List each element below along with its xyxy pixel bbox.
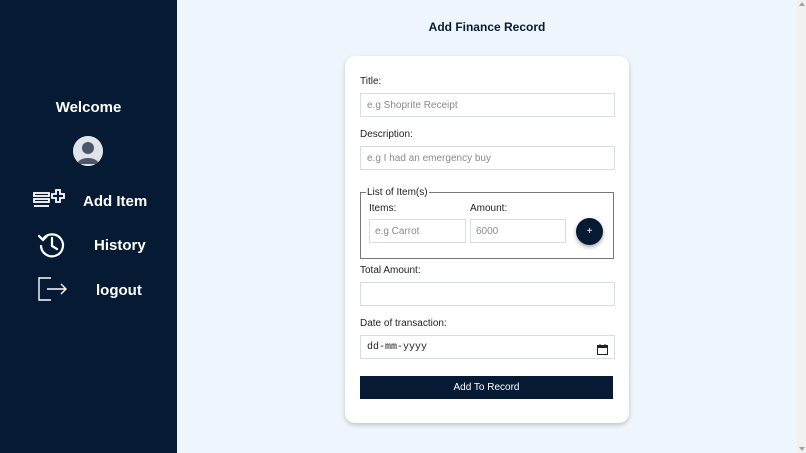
history-icon	[37, 230, 67, 265]
add-list-icon	[33, 186, 65, 219]
sidebar-item-add-item[interactable]: Add Item	[0, 186, 177, 216]
sidebar-item-history[interactable]: History	[0, 230, 177, 260]
sidebar-item-logout[interactable]: logout	[0, 275, 177, 305]
scroll-down-arrow-icon[interactable]	[799, 447, 805, 451]
scroll-up-arrow-icon[interactable]	[799, 2, 805, 6]
amount-label: Amount:	[470, 203, 508, 214]
date-label: Date of transaction:	[360, 318, 447, 329]
add-item-button[interactable]: +	[576, 218, 603, 245]
total-amount-input[interactable]	[360, 282, 615, 306]
sidebar-item-label: History	[94, 237, 146, 254]
add-to-record-button[interactable]: Add To Record	[360, 376, 613, 399]
sidebar-item-label: logout	[96, 282, 142, 299]
avatar	[73, 136, 103, 166]
description-input[interactable]	[360, 146, 615, 170]
welcome-heading: Welcome	[55, 99, 122, 116]
items-legend: List of Item(s)	[367, 187, 428, 198]
title-input[interactable]	[360, 93, 615, 117]
logout-icon	[37, 275, 69, 308]
page-title: Add Finance Record	[428, 20, 546, 34]
item-name-input[interactable]	[369, 219, 466, 243]
item-amount-input[interactable]	[470, 219, 566, 243]
items-label: Items:	[369, 203, 397, 214]
calendar-icon[interactable]	[597, 342, 608, 360]
date-input[interactable]: dd-mm-yyyy	[360, 335, 615, 359]
page-scrollbar[interactable]	[797, 0, 806, 453]
sidebar: Welcome Add Item History logout	[0, 0, 177, 453]
sidebar-item-label: Add Item	[83, 193, 148, 210]
finance-form-card: Title: Description: List of Item(s) Item…	[345, 56, 629, 423]
date-placeholder: dd-mm-yyyy	[367, 342, 428, 353]
total-amount-label: Total Amount:	[360, 265, 421, 276]
user-avatar-icon	[73, 136, 103, 166]
title-label: Title:	[360, 76, 382, 87]
description-label: Description:	[360, 129, 413, 140]
